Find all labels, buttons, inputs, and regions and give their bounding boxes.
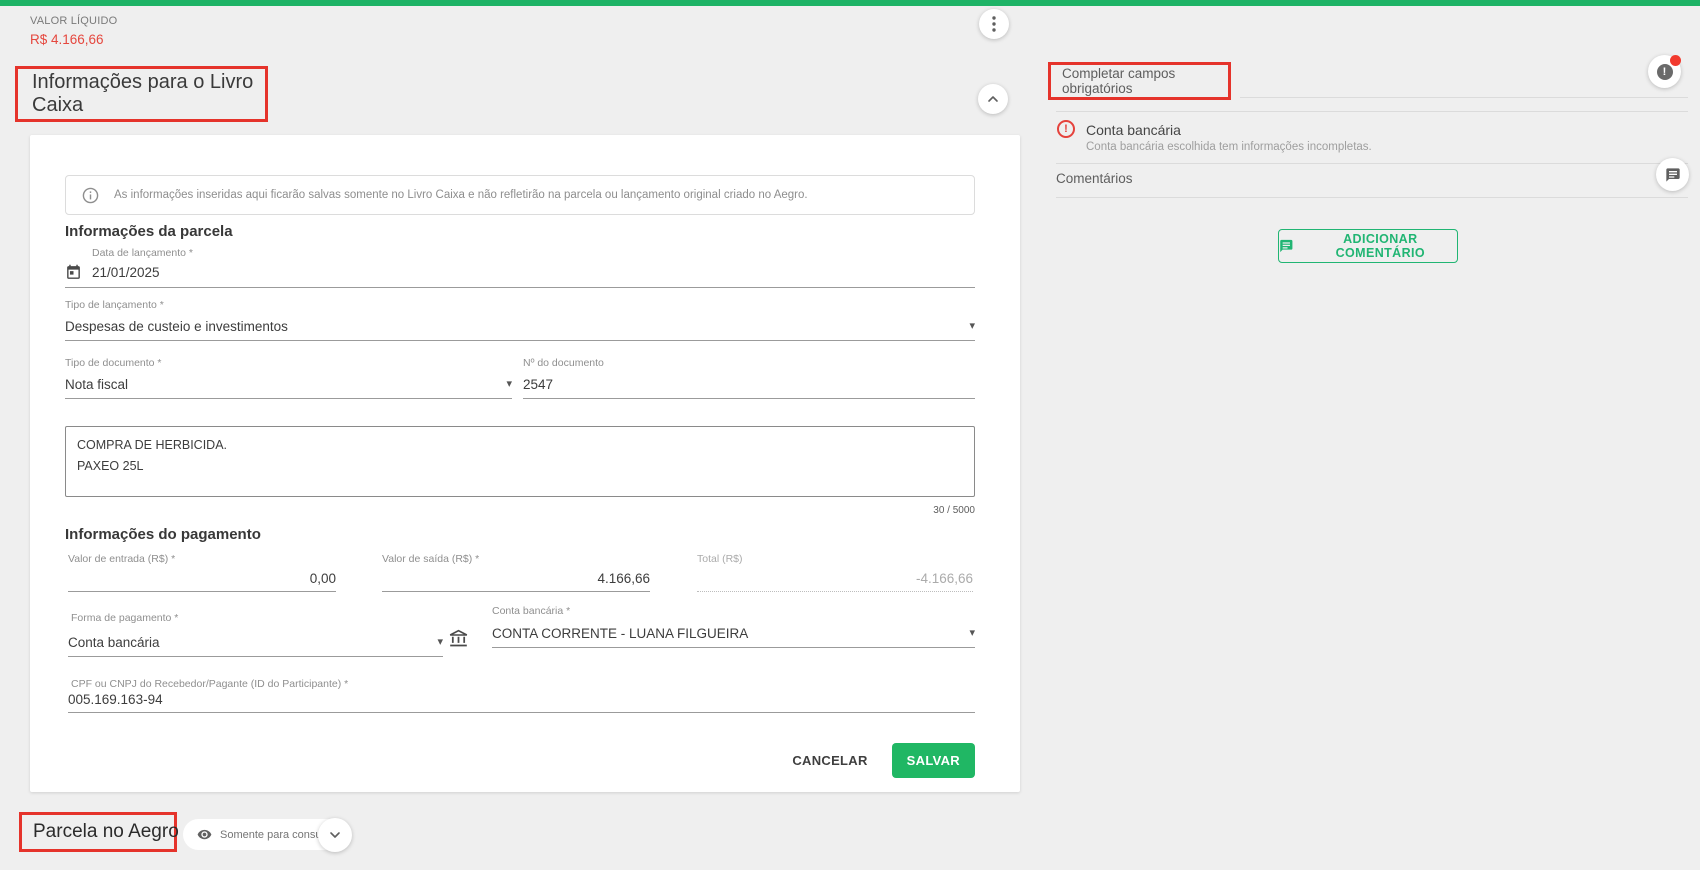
more-options-button[interactable] <box>979 9 1009 39</box>
bank-account-label: Conta bancária * <box>492 605 975 617</box>
warning-title: Conta bancária <box>1086 122 1181 138</box>
form-actions: CANCELAR SALVAR <box>784 743 975 778</box>
sidebar-divider <box>1056 197 1688 198</box>
dropdown-arrow-icon[interactable]: ▾ <box>437 637 443 648</box>
livro-caixa-form-card: As informações inseridas aqui ficarão sa… <box>30 135 1020 792</box>
required-fields-alert-button[interactable]: ! <box>1648 55 1681 88</box>
dropdown-arrow-icon[interactable]: ▾ <box>969 321 975 332</box>
date-field[interactable]: Data de lançamento * 21/01/2025 <box>65 247 975 288</box>
comment-icon <box>1279 238 1294 254</box>
net-value-amount: R$ 4.166,66 <box>30 32 117 47</box>
annotation-box-title: Informações para o Livro Caixa <box>15 66 268 122</box>
entry-amount-label: Valor de entrada (R$) * <box>68 553 336 565</box>
cpf-cnpj-value: 005.169.163-94 <box>68 692 975 712</box>
sidebar-divider <box>1056 163 1688 164</box>
comments-section-label: Comentários <box>1056 171 1133 186</box>
collapse-section-button[interactable] <box>978 84 1008 114</box>
total-label: Total (R$) <box>697 553 973 565</box>
expand-parcela-button[interactable] <box>318 818 352 852</box>
date-input-value[interactable]: 21/01/2025 <box>92 265 160 280</box>
chevron-up-icon <box>985 91 1001 107</box>
document-type-label: Tipo de documento * <box>65 357 512 369</box>
annotation-box-parcela: Parcela no Aegro <box>19 812 177 852</box>
cpf-cnpj-label: CPF ou CNPJ do Recebedor/Pagante (ID do … <box>68 678 975 690</box>
add-comment-label: ADICIONAR COMENTÁRIO <box>1304 232 1457 260</box>
livro-caixa-page: VALOR LÍQUIDO R$ 4.166,66 Informações pa… <box>0 0 1700 870</box>
warning-description: Conta bancária escolhida tem informações… <box>1086 141 1372 153</box>
sidebar-header-underline <box>1240 97 1688 98</box>
comments-button[interactable] <box>1656 158 1689 191</box>
payment-method-value: Conta bancária <box>68 635 160 650</box>
required-fields-title: Completar campos obrigatórios <box>1062 66 1228 96</box>
alert-icon: ! <box>1657 64 1673 80</box>
document-number-field[interactable]: Nº do documento 2547 <box>523 357 975 399</box>
section-title-parcela: Informações da parcela <box>65 223 233 240</box>
payment-method-select[interactable]: Forma de pagamento * Conta bancária ▾ <box>68 612 443 657</box>
entry-type-select[interactable]: Tipo de lançamento * Despesas de custeio… <box>65 299 975 341</box>
bank-icon <box>448 628 469 649</box>
save-button[interactable]: SALVAR <box>892 743 975 778</box>
entry-amount-field[interactable]: Valor de entrada (R$) * 0,00 <box>68 553 336 592</box>
entry-type-value: Despesas de custeio e investimentos <box>65 319 288 334</box>
chevron-down-icon <box>327 827 343 843</box>
document-number-label: Nº do documento <box>523 357 975 369</box>
character-counter: 30 / 5000 <box>65 505 975 516</box>
entry-type-label: Tipo de lançamento * <box>65 299 975 311</box>
bank-account-select[interactable]: Conta bancária * CONTA CORRENTE - LUANA … <box>492 605 975 648</box>
eye-icon <box>197 827 212 842</box>
error-icon: ! <box>1057 120 1075 138</box>
document-type-value: Nota fiscal <box>65 377 128 392</box>
date-field-label: Data de lançamento * <box>65 247 975 259</box>
section-title-pagamento: Informações do pagamento <box>65 526 261 543</box>
total-field: Total (R$) -4.166,66 <box>697 553 973 592</box>
page-title: Informações para o Livro Caixa <box>32 71 265 117</box>
dropdown-arrow-icon[interactable]: ▾ <box>969 628 975 639</box>
add-comment-button[interactable]: ADICIONAR COMENTÁRIO <box>1278 229 1458 263</box>
net-value-summary: VALOR LÍQUIDO R$ 4.166,66 <box>30 15 117 47</box>
parcela-section-title: Parcela no Aegro <box>33 821 179 843</box>
top-accent-bar <box>0 0 1700 6</box>
cpf-cnpj-field[interactable]: CPF ou CNPJ do Recebedor/Pagante (ID do … <box>68 678 975 713</box>
calendar-icon[interactable] <box>65 264 82 281</box>
exit-amount-label: Valor de saída (R$) * <box>382 553 650 565</box>
info-banner: As informações inseridas aqui ficarão sa… <box>65 175 975 215</box>
description-textarea[interactable]: COMPRA DE HERBICIDA. PAXEO 25L <box>65 426 975 497</box>
kebab-menu-icon <box>992 16 996 32</box>
exit-amount-value: 4.166,66 <box>382 571 650 591</box>
entry-amount-value: 0,00 <box>68 571 336 591</box>
bank-account-value: CONTA CORRENTE - LUANA FILGUEIRA <box>492 626 748 641</box>
net-value-label: VALOR LÍQUIDO <box>30 15 117 27</box>
annotation-box-required-fields: Completar campos obrigatórios <box>1048 62 1231 100</box>
document-type-select[interactable]: Tipo de documento * Nota fiscal ▾ <box>65 357 512 399</box>
payment-method-label: Forma de pagamento * <box>68 612 443 624</box>
document-number-value: 2547 <box>523 377 553 392</box>
notification-dot <box>1670 55 1681 66</box>
info-banner-text: As informações inseridas aqui ficarão sa… <box>114 189 808 201</box>
comment-icon <box>1665 167 1681 183</box>
exit-amount-field[interactable]: Valor de saída (R$) * 4.166,66 <box>382 553 650 592</box>
total-value: -4.166,66 <box>697 571 973 591</box>
dropdown-arrow-icon[interactable]: ▾ <box>506 379 512 390</box>
read-only-badge-label: Somente para consulta <box>220 829 333 841</box>
cancel-button[interactable]: CANCELAR <box>784 743 875 778</box>
sidebar-divider <box>1056 111 1688 112</box>
info-icon <box>82 187 99 204</box>
